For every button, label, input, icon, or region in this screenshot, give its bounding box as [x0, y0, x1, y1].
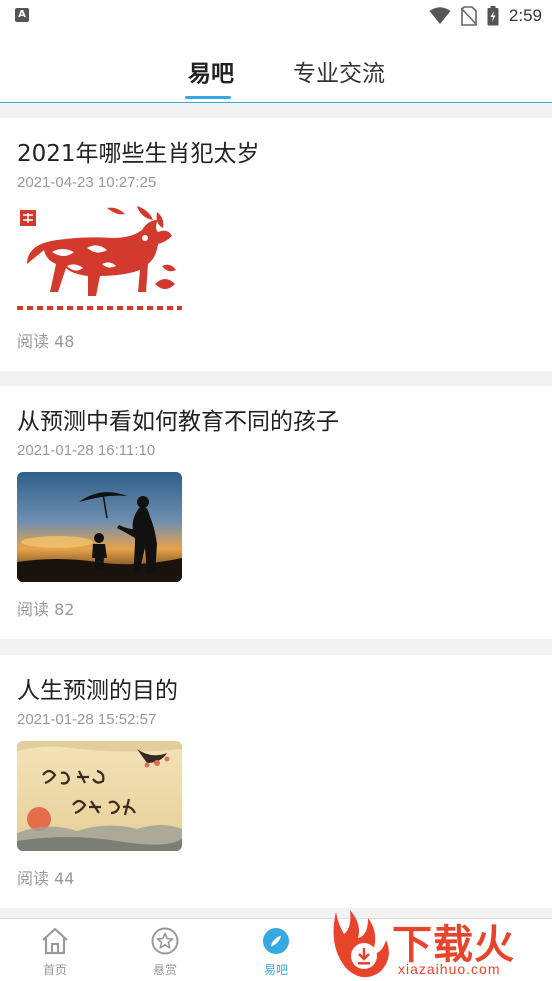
nav-bounty[interactable]: 悬赏	[125, 927, 205, 978]
parent-child-sunset-image[interactable]	[17, 472, 182, 582]
wifi-icon	[429, 7, 451, 24]
watermark-logo: 下载火 xiazaihuo.com	[328, 906, 552, 981]
nav-yiba-label: 易吧	[263, 963, 288, 977]
nav-bounty-label: 悬赏	[152, 963, 177, 977]
post-card[interactable]: 人生预测的目的 2021-01-28 15:52:57 阅读 44	[0, 655, 552, 908]
home-icon	[42, 927, 68, 955]
nav-home[interactable]: 首页	[15, 927, 95, 978]
notification-app-icon: A	[15, 8, 29, 22]
active-tab-indicator	[185, 96, 231, 99]
post-title[interactable]: 人生预测的目的	[17, 671, 178, 705]
post-read-count: 阅读 44	[17, 869, 75, 888]
post-date: 2021-04-23 10:27:25	[17, 174, 157, 191]
star-icon	[151, 927, 179, 955]
post-date: 2021-01-28 15:52:57	[17, 711, 157, 728]
post-card[interactable]: 2021年哪些生肖犯太岁 2021-04-23 10:27:25 阅读 48	[0, 118, 552, 371]
post-title[interactable]: 从预测中看如何教育不同的孩子	[17, 402, 339, 436]
post-date: 2021-01-28 16:11:10	[17, 442, 156, 459]
flame-logo-icon	[333, 910, 389, 978]
no-sim-icon	[460, 6, 477, 26]
status-bar: A 2:59	[0, 0, 552, 32]
post-title[interactable]: 2021年哪些生肖犯太岁	[17, 134, 260, 168]
nav-home-label: 首页	[42, 963, 67, 977]
top-tab-bar: 易吧 专业交流	[0, 32, 552, 103]
status-time: 2:59	[508, 6, 542, 25]
nav-yiba[interactable]: 易吧	[236, 927, 316, 978]
post-read-count: 阅读 82	[17, 600, 75, 619]
calligraphy-landscape-image[interactable]	[17, 741, 182, 851]
papercut-ox-image[interactable]	[17, 204, 182, 314]
post-read-count: 阅读 48	[17, 332, 75, 351]
tab-yiba[interactable]: 易吧	[188, 54, 234, 88]
watermark-domain: xiazaihuo.com	[398, 961, 501, 977]
post-card[interactable]: 从预测中看如何教育不同的孩子 2021-01-28 16:11:10 阅读 82	[0, 386, 552, 639]
battery-icon	[487, 6, 499, 26]
tab-professional-exchange[interactable]: 专业交流	[293, 54, 385, 88]
compass-icon	[263, 928, 289, 954]
